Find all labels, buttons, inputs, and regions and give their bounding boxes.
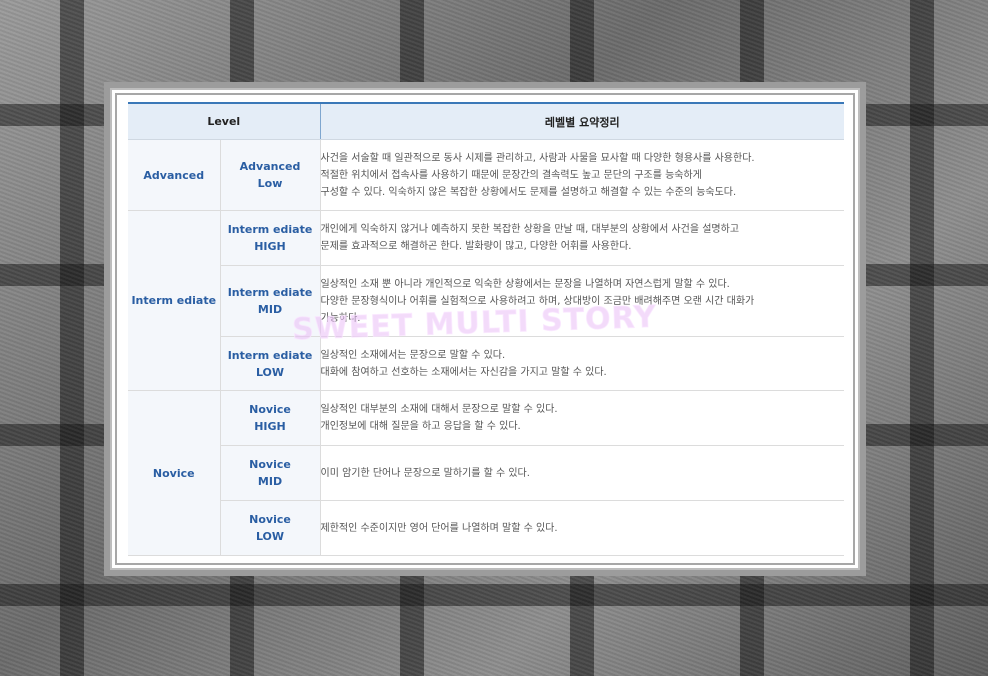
sublevel-name: Novice (249, 458, 291, 471)
description-line: 제한적인 수준이지만 영어 단어를 나열하며 말할 수 있다. (320, 522, 558, 534)
description-cell: 일상적인 소재 뿐 아니라 개인적으로 익숙한 상황에서는 문장을 나열하며 자… (320, 265, 844, 337)
description-line: 다양한 문장형식이나 어휘를 실험적으로 사용하려고 하며, 상대방이 조금만 … (320, 295, 755, 307)
table-row: Novice Novice HIGH 일상적인 대부분의 소재에 대해서 문장으… (128, 390, 844, 556)
summary-header: 레벨별 요약정리 (320, 103, 844, 140)
description-line: 개인정보에 대해 질문을 하고 응답을 할 수 있다. (320, 421, 521, 432)
sublevel-grade: LOW (255, 365, 285, 379)
sublevel-cell: Novice MID (220, 445, 321, 501)
sublevel-grade: Low (257, 177, 283, 190)
description-line: 사건을 서술할 때 일관적으로 동사 시제를 관리하고, 사람과 사물을 묘사할… (320, 152, 755, 164)
sublevel-cell: Interm ediate HIGH (220, 210, 321, 266)
sublevel-name: Novice (249, 403, 291, 416)
description-cell: 일상적인 소재에서는 문장으로 말할 수 있다. 대화에 참여하고 선호하는 소… (320, 336, 844, 391)
description-cell: 일상적인 대부분의 소재에 대해서 문장으로 말할 수 있다. 개인정보에 대해… (320, 390, 844, 446)
sublevel-name: Advanced (239, 160, 301, 173)
description-cell: 개인에게 익숙하지 않거나 예측하지 못한 복잡한 상황을 만날 때, 대부분의… (320, 210, 844, 266)
table-frame: Level 레벨별 요약정리 Advanced Advanced Low 사건을… (104, 82, 866, 576)
description-line: 대화에 참여하고 선호하는 소재에서는 자신감을 가지고 말할 수 있다. (320, 366, 607, 378)
sublevel-cell: Interm ediate MID (220, 265, 321, 337)
sublevel-name: Interm ediate (227, 223, 313, 236)
table-row: Interm ediate LOW 일상적인 소재에서는 문장으로 말할 수 있… (128, 336, 844, 391)
description-line: 가능하다. (320, 312, 361, 324)
sublevel-name: Interm ediate (227, 348, 313, 362)
table-header-row: Level 레벨별 요약정리 (128, 103, 844, 140)
sublevel-cell: Interm ediate LOW (220, 336, 321, 391)
description-line: 일상적인 대부분의 소재에 대해서 문장으로 말할 수 있다. (320, 404, 558, 415)
sublevel-grade: MID (257, 303, 283, 316)
description-line: 적절한 위치에서 접속사를 사용하기 때문에 문장간의 결속력도 높고 문단의 … (320, 169, 702, 181)
description-cell: 이미 암기한 단어나 문장으로 말하기를 할 수 있다. (320, 445, 844, 501)
table-row: Interm ediate Interm ediate HIGH 개인에게 익숙… (128, 210, 844, 391)
description-cell: 제한적인 수준이지만 영어 단어를 나열하며 말할 수 있다. (320, 500, 844, 556)
table-row: Novice MID 이미 암기한 단어나 문장으로 말하기를 할 수 있다. (128, 445, 844, 501)
sublevel-name: Interm ediate (227, 286, 313, 299)
sublevel-cell: Novice HIGH (220, 390, 321, 446)
level-summary-table: Level 레벨별 요약정리 Advanced Advanced Low 사건을… (128, 102, 844, 556)
table-row: Advanced Advanced Low 사건을 서술할 때 일관적으로 동사… (128, 139, 844, 211)
sublevel-name: Novice (249, 513, 291, 526)
description-line: 일상적인 소재에서는 문장으로 말할 수 있다. (320, 349, 506, 361)
description-line: 개인에게 익숙하지 않거나 예측하지 못한 복잡한 상황을 만날 때, 대부분의… (320, 224, 740, 235)
sublevel-grade: HIGH (254, 420, 286, 433)
sublevel-cell: Novice LOW (220, 500, 321, 556)
description-line: 문제를 효과적으로 해결하곤 한다. 발화량이 많고, 다양한 어휘를 사용한다… (320, 241, 632, 252)
description-cell: 사건을 서술할 때 일관적으로 동사 시제를 관리하고, 사람과 사물을 묘사할… (320, 139, 844, 211)
description-line: 구성할 수 있다. 익숙하지 않은 복잡한 상황에서도 문제를 설명하고 해결할… (320, 186, 737, 198)
group-novice: Novice (128, 390, 221, 556)
description-line: 이미 암기한 단어나 문장으로 말하기를 할 수 있다. (320, 467, 530, 479)
group-advanced: Advanced (128, 139, 221, 211)
description-line: 일상적인 소재 뿐 아니라 개인적으로 익숙한 상황에서는 문장을 나열하며 자… (320, 278, 730, 290)
group-intermediate: Interm ediate (128, 210, 221, 391)
table-row: Novice LOW 제한적인 수준이지만 영어 단어를 나열하며 말할 수 있… (128, 500, 844, 556)
sublevel-grade: MID (257, 475, 283, 488)
sublevel-grade: HIGH (254, 240, 286, 253)
table-row: Interm ediate MID 일상적인 소재 뿐 아니라 개인적으로 익숙… (128, 265, 844, 337)
level-header: Level (128, 103, 321, 140)
sublevel-grade: LOW (255, 530, 285, 543)
sublevel-cell: Advanced Low (220, 139, 321, 211)
